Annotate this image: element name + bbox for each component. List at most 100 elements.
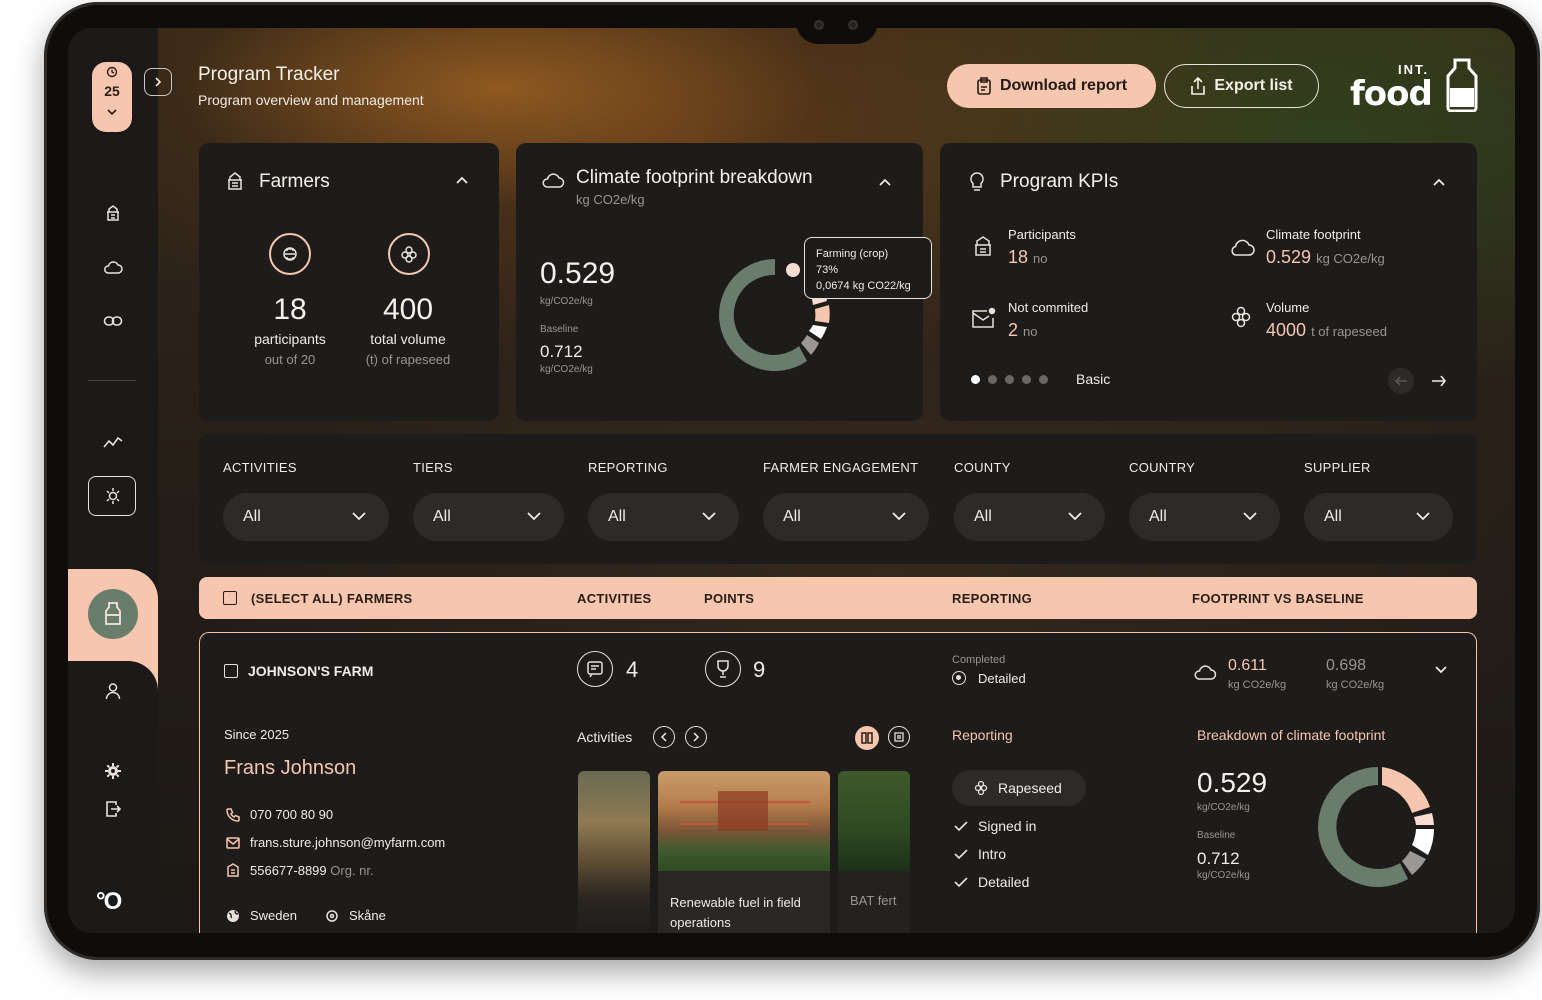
activities-prev-button[interactable] [653,726,675,748]
select-all-checkbox[interactable] [223,591,237,605]
climate-value-unit: kg/CO2e/kg [540,296,593,307]
chevron-down-icon [92,105,132,119]
points-count: 9 [753,657,766,682]
list-view-toggle[interactable] [888,726,910,748]
climate-icon[interactable] [100,254,126,280]
activity-card[interactable]: Renewable fuel in field operations [658,771,830,933]
kpi-next-button[interactable] [1426,368,1452,394]
user-icon[interactable] [100,678,126,704]
crop-tag[interactable]: Rapeseed [952,770,1086,806]
logout-icon[interactable] [100,796,126,822]
row-checkbox[interactable] [224,664,238,678]
history-date-selector[interactable]: 25 [92,62,132,132]
kpi-volume-value: 4000 t of rapeseed [1266,320,1387,341]
grid-view-toggle[interactable] [855,726,879,750]
link-icon[interactable] [100,308,126,334]
baseline-unit: kg/CO2e/kg [540,364,593,375]
chevron-right-icon [155,77,162,87]
donut-hover-marker [786,263,800,277]
settings-icon[interactable] [100,758,126,784]
filter-select-farmer-engagement[interactable]: All [763,493,929,541]
pagination-dot[interactable] [1039,375,1048,384]
chevron-down-icon [1068,512,1082,521]
farmers-icon [228,172,242,190]
th-select-all[interactable]: (SELECT ALL) FARMERS [251,591,413,606]
farm-name[interactable]: JOHNSON'S FARM [248,663,373,679]
reporting-item-label: Detailed [978,874,1030,890]
since-label: Since 2025 [224,727,290,742]
climate-value: 0.529 [540,257,616,290]
breakdown-title: Breakdown of climate footprint [1197,727,1386,743]
export-list-button[interactable]: Export list [1164,64,1319,108]
climate-card-title: Climate footprint breakdown [576,167,813,188]
expand-sidebar-button[interactable] [144,68,172,96]
th-reporting[interactable]: REPORTING [952,591,1032,606]
th-activities[interactable]: ACTIVITIES [577,591,652,606]
baseline-value: 0.712 [540,342,583,361]
filter-value: All [433,508,451,525]
participants-label: participants [254,331,326,347]
activity-card-partial[interactable]: BAT fert [838,771,910,933]
brand-logo: INT. food [1350,58,1480,114]
filter-select-activities[interactable]: All [223,493,389,541]
phone-number[interactable]: 070 700 80 90 [250,807,333,822]
baseline-value: 0.698 [1326,657,1367,674]
filter-select-county[interactable]: All [954,493,1105,541]
check-icon [954,849,968,860]
filter-label-tiers: TIERS [413,460,453,475]
chevron-up-icon[interactable] [1432,175,1446,189]
filter-select-country[interactable]: All [1129,493,1280,541]
pagination-dot[interactable] [1005,375,1014,384]
activity-card-partial[interactable] [578,771,650,933]
chevron-up-icon[interactable] [878,175,892,189]
kpi-card-title: Program KPIs [1000,171,1119,192]
donut-segment-2 [1414,813,1434,825]
volume-label: total volume [370,331,446,347]
share-icon [1191,77,1206,95]
pagination-dot[interactable] [1022,375,1031,384]
reporting-item-label: Intro [978,846,1007,862]
kpi-participants-value: 18 no [1008,247,1048,268]
th-points[interactable]: POINTS [704,591,754,606]
page-subtitle: Program overview and management [198,92,424,108]
kpi-prev-button[interactable] [1388,368,1414,394]
donut-segment-2 [815,305,830,323]
brand-main: food [1350,74,1433,114]
bottle-icon [1446,58,1478,112]
reporting-status: Completed [952,654,1006,666]
filter-select-supplier[interactable]: All [1304,493,1453,541]
breakdown-unit: kg/CO2e/kg [1197,802,1250,813]
cloud-icon [1231,239,1255,256]
farmers-icon[interactable] [100,200,126,226]
country: Sweden [250,908,297,923]
activity-caption: Renewable fuel in field operations [670,895,801,930]
pagination-dot[interactable] [988,375,997,384]
filter-select-tiers[interactable]: All [413,493,564,541]
donut-segment-3 [809,325,827,339]
participants-value: 18 [273,293,307,326]
chevron-down-icon [892,512,906,521]
chevron-down-icon [702,512,716,521]
pagination-dot-active[interactable] [971,375,980,384]
chevron-down-icon [1416,512,1430,521]
chevron-up-icon[interactable] [455,173,469,187]
kpi-pagination-dots [971,375,1048,384]
email-address[interactable]: frans.sture.johnson@myfarm.com [250,835,445,850]
filter-value: All [974,508,992,525]
th-footprint[interactable]: FOOTPRINT VS BASELINE [1192,591,1364,606]
analytics-icon[interactable] [100,429,126,455]
kpi-notcommitted-number: 2 [1008,320,1019,340]
chevron-down-icon [352,512,366,521]
donut-segment-4 [801,335,819,355]
table-row: JOHNSON'S FARM 4 9 Completed Detailed 0.… [199,632,1477,933]
filter-select-reporting[interactable]: All [588,493,739,541]
product-tab-active[interactable] [68,569,158,661]
filter-label-reporting: REPORTING [588,460,668,475]
volume-value: 400 [382,293,434,326]
chevron-down-icon[interactable] [1434,665,1448,675]
product-icon [88,589,138,639]
phone-icon [226,808,240,822]
table-header: (SELECT ALL) FARMERS ACTIVITIES POINTS R… [199,577,1477,619]
activities-next-button[interactable] [685,726,707,748]
download-report-button[interactable]: Download report [947,64,1156,108]
